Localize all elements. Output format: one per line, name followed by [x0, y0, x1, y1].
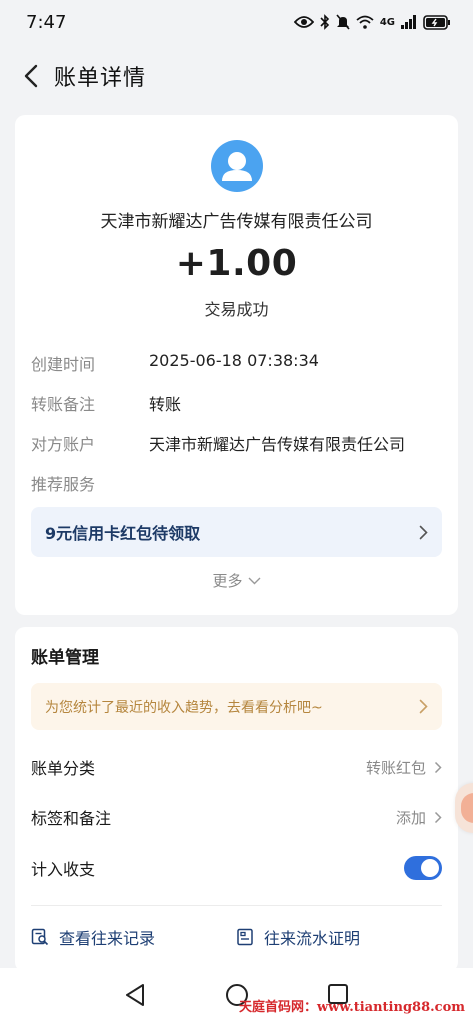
- proof-link-label: 往来流水证明: [264, 929, 361, 948]
- wifi-icon: [356, 15, 374, 29]
- back-button[interactable]: [14, 56, 48, 96]
- chevron-right-icon: [419, 699, 428, 714]
- chevron-right-icon: [419, 525, 428, 539]
- more-label: 更多: [212, 572, 243, 590]
- floating-widget[interactable]: [455, 783, 473, 833]
- page-title: 账单详情: [54, 66, 147, 91]
- detail-value: 天津市新耀达广告传媒有限责任公司: [149, 435, 406, 454]
- chevron-right-icon: [434, 811, 442, 823]
- header: 账单详情: [0, 48, 473, 104]
- transaction-status: 交易成功: [204, 300, 269, 319]
- promo-text: 9元信用卡红包待领取: [45, 524, 201, 543]
- document-icon: [237, 928, 253, 946]
- user-icon: [222, 152, 252, 181]
- detail-value: 转账: [149, 395, 182, 414]
- category-label: 账单分类: [31, 759, 96, 778]
- chevron-right-icon: [434, 761, 442, 773]
- detail-label: 转账备注: [31, 395, 96, 414]
- add-tag-button[interactable]: 添加: [396, 807, 442, 828]
- signal-icon: [401, 15, 416, 29]
- floating-widget-icon: [461, 793, 473, 823]
- detail-value: 2025-06-18 07:38:34: [149, 351, 319, 370]
- watermark: 天庭首码网：www.tianting88.com: [238, 1000, 465, 1015]
- more-button[interactable]: 更多: [15, 570, 458, 591]
- history-link[interactable]: 查看往来记录: [31, 925, 155, 949]
- merchant-name: 天津市新耀达广告传媒有限责任公司: [100, 212, 373, 232]
- divider: [31, 905, 442, 906]
- search-record-icon: [31, 928, 49, 946]
- detail-row-remark: 转账备注 转账: [31, 391, 451, 415]
- transaction-amount: +1.00: [175, 243, 298, 284]
- tags-value: 添加: [395, 808, 426, 827]
- triangle-back-icon: [126, 984, 144, 1006]
- nav-back-button[interactable]: [124, 983, 146, 1011]
- proof-link[interactable]: 往来流水证明: [236, 925, 360, 949]
- battery-charging-icon: [423, 14, 450, 30]
- toggle-knob: [421, 859, 439, 877]
- transaction-card: 天津市新耀达广告传媒有限责任公司 +1.00 交易成功 创建时间 2025-06…: [15, 115, 458, 615]
- detail-row-created-time: 创建时间 2025-06-18 07:38:34: [31, 351, 451, 375]
- chevron-left-icon: [24, 64, 38, 88]
- tags-row: 标签和备注 添加: [31, 802, 442, 832]
- trend-tip-text: 为您统计了最近的收入趋势，去看看分析吧~: [45, 699, 323, 716]
- status-time: 7:47: [26, 11, 67, 33]
- detail-row-counterparty: 对方账户 天津市新耀达广告传媒有限责任公司: [31, 431, 451, 455]
- detail-row-recommended: 推荐服务: [31, 471, 451, 495]
- detail-label: 推荐服务: [31, 475, 96, 494]
- status-icons: 4G: [293, 14, 451, 30]
- avatar: [211, 140, 263, 192]
- bill-manage-card: 账单管理 为您统计了最近的收入趋势，去看看分析吧~ 账单分类 转账红包 标签和备…: [15, 627, 458, 972]
- tags-label: 标签和备注: [31, 809, 112, 828]
- category-value: 转账红包: [365, 758, 426, 777]
- category-row: 账单分类 转账红包: [31, 752, 442, 782]
- status-bar: 7:47 4G: [0, 0, 473, 44]
- chevron-down-icon: [248, 577, 260, 584]
- include-toggle[interactable]: [404, 856, 442, 880]
- bluetooth-icon: [320, 14, 329, 30]
- include-label: 计入收支: [31, 860, 96, 879]
- detail-label: 创建时间: [31, 355, 96, 374]
- history-link-label: 查看往来记录: [59, 929, 156, 948]
- include-row: 计入收支: [31, 853, 442, 883]
- category-selector[interactable]: 转账红包: [366, 757, 442, 778]
- network-type: 4G: [379, 16, 395, 28]
- credit-card-promo[interactable]: 9元信用卡红包待领取: [31, 507, 442, 557]
- mute-icon: [336, 14, 350, 30]
- eye-icon: [293, 16, 314, 28]
- detail-label: 对方账户: [31, 435, 96, 454]
- section-title: 账单管理: [31, 648, 99, 668]
- income-trend-tip[interactable]: 为您统计了最近的收入趋势，去看看分析吧~: [31, 683, 442, 730]
